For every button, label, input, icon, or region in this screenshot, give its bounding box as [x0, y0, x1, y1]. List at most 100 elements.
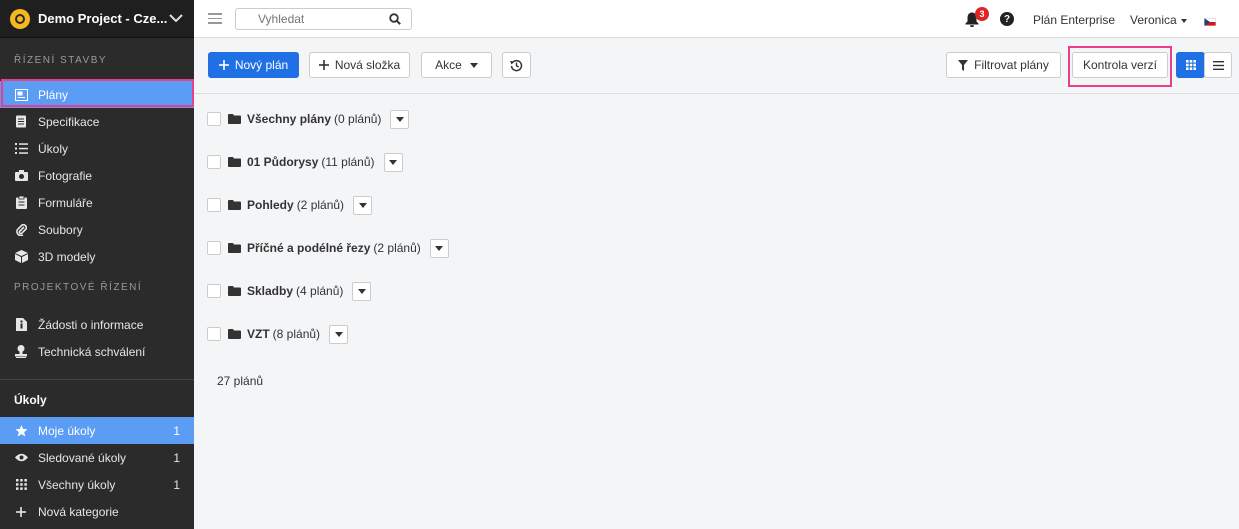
caret-down-icon	[334, 331, 343, 337]
list-view-icon	[1212, 60, 1224, 70]
folder-row[interactable]: Příčné a podélné řezy (2 plánů)	[207, 238, 449, 258]
sidebar-item-approvals[interactable]: Technická schválení	[0, 338, 194, 365]
folder-list: Všechny plány (0 plánů) 01 Půdorysy (11 …	[194, 95, 1239, 529]
folder-menu-button[interactable]	[383, 152, 403, 172]
sidebar-item-watched-tasks[interactable]: Sledované úkoly 1	[0, 444, 194, 471]
search-icon[interactable]	[389, 13, 401, 28]
row-checkbox[interactable]	[207, 327, 221, 341]
sidebar-item-tasks[interactable]: Úkoly	[0, 135, 194, 162]
new-plan-button[interactable]: Nový plán	[208, 52, 299, 78]
folder-row[interactable]: VZT (8 plánů)	[207, 324, 349, 344]
button-label: Akce	[435, 58, 462, 72]
history-button[interactable]	[502, 52, 531, 78]
grid-view-button[interactable]	[1176, 52, 1205, 78]
row-checkbox[interactable]	[207, 198, 221, 212]
star-icon	[14, 424, 28, 438]
sidebar-item-label: Formuláře	[38, 195, 93, 210]
row-checkbox[interactable]	[207, 284, 221, 298]
folder-icon	[228, 286, 241, 296]
hamburger-menu-icon[interactable]	[208, 13, 222, 24]
caret-down-icon	[1180, 18, 1187, 23]
folder-row[interactable]: Skladby (4 plánů)	[207, 281, 372, 301]
actions-dropdown[interactable]: Akce	[421, 52, 492, 78]
folder-menu-button[interactable]	[390, 109, 410, 129]
grid-view-icon	[1185, 60, 1196, 70]
czech-flag-icon[interactable]	[1204, 15, 1216, 26]
sidebar-item-forms[interactable]: Formuláře	[0, 189, 194, 216]
user-menu[interactable]: Veronica	[1130, 13, 1187, 27]
section-title-project: PROJEKTOVÉ ŘÍZENÍ	[14, 281, 143, 293]
folder-name[interactable]: Všechny plány	[247, 112, 331, 126]
search-box[interactable]	[235, 8, 412, 30]
history-icon	[510, 59, 523, 72]
project-logo-icon	[10, 8, 30, 29]
folder-row[interactable]: Pohledy (2 plánů)	[207, 195, 373, 215]
folder-name[interactable]: VZT	[247, 327, 270, 341]
project-switcher[interactable]: Demo Project - Cze...	[0, 0, 194, 38]
row-checkbox[interactable]	[207, 112, 221, 126]
sidebar-item-label: Specifikace	[38, 114, 100, 129]
folder-name[interactable]: Pohledy	[247, 198, 294, 212]
plans-toolbar: Nový plán Nová složka Akce Filtrovat plá…	[194, 38, 1239, 94]
button-label: Nová složka	[334, 58, 401, 72]
sidebar-item-all-tasks[interactable]: Všechny úkoly 1	[0, 471, 194, 498]
clipboard-icon	[14, 196, 28, 210]
sidebar-item-label: 3D modely	[38, 249, 96, 264]
sidebar-item-label: Žádosti o informace	[38, 317, 144, 332]
folder-icon	[228, 157, 241, 167]
folder-name[interactable]: Příčné a podélné řezy	[247, 241, 370, 255]
sidebar-item-rfi[interactable]: Žádosti o informace	[0, 311, 194, 338]
top-bar: 3 ? Plán Enterprise Veronica	[194, 0, 1239, 38]
sidebar-item-label: Technická schválení	[38, 344, 146, 359]
help-icon[interactable]: ?	[1000, 12, 1014, 26]
list-view-button[interactable]	[1204, 52, 1232, 78]
folder-icon	[228, 329, 241, 339]
folder-icon	[228, 200, 241, 210]
notification-badge[interactable]: 3	[975, 7, 989, 21]
camera-icon	[14, 169, 28, 183]
sidebar-item-label: Všechny úkoly	[38, 477, 116, 492]
list-icon	[14, 142, 28, 156]
folder-menu-button[interactable]	[352, 281, 372, 301]
folder-row[interactable]: Všechny plány (0 plánů)	[207, 109, 410, 129]
task-count: 1	[173, 477, 180, 492]
row-checkbox[interactable]	[207, 241, 221, 255]
row-checkbox[interactable]	[207, 155, 221, 169]
sidebar-item-3d-models[interactable]: 3D modely	[0, 243, 194, 270]
caret-down-icon	[435, 245, 444, 251]
eye-icon	[14, 451, 28, 465]
folder-count: (2 plánů)	[373, 241, 421, 255]
plus-icon	[318, 60, 329, 70]
sidebar-item-my-tasks[interactable]: Moje úkoly 1	[0, 417, 194, 444]
new-folder-button[interactable]: Nová složka	[309, 52, 410, 78]
folder-menu-button[interactable]	[329, 324, 349, 344]
folder-name[interactable]: 01 Půdorysy	[247, 155, 318, 169]
folder-icon	[228, 114, 241, 124]
plan-tier-label[interactable]: Plán Enterprise	[1033, 13, 1115, 27]
sidebar-item-label: Moje úkoly	[38, 423, 96, 438]
plus-icon	[14, 505, 28, 519]
sidebar-item-label: Fotografie	[38, 168, 93, 183]
folder-name[interactable]: Skladby	[247, 284, 293, 298]
sidebar-item-specs[interactable]: Specifikace	[0, 108, 194, 135]
sidebar-item-files[interactable]: Soubory	[0, 216, 194, 243]
task-count: 1	[173, 423, 180, 438]
tasks-section-title: Úkoly	[14, 393, 47, 407]
cube-icon	[14, 250, 28, 264]
stamp-icon	[14, 345, 28, 359]
folder-menu-button[interactable]	[353, 195, 373, 215]
filter-plans-button[interactable]: Filtrovat plány	[946, 52, 1061, 78]
plans-total-count: 27 plánů	[217, 374, 264, 388]
folder-row[interactable]: 01 Půdorysy (11 plánů)	[207, 152, 403, 172]
caret-down-icon	[358, 202, 367, 208]
caret-down-icon	[469, 62, 478, 68]
sidebar-item-new-category[interactable]: Nová kategorie	[0, 498, 194, 525]
chevron-down-icon[interactable]	[168, 11, 184, 27]
sidebar-item-label: Soubory	[38, 222, 83, 237]
info-doc-icon	[14, 318, 28, 332]
search-input[interactable]	[236, 9, 376, 29]
sidebar-item-photos[interactable]: Fotografie	[0, 162, 194, 189]
sidebar: Demo Project - Cze... ŘÍZENÍ STAVBY Plán…	[0, 0, 194, 529]
sidebar-item-label: Úkoly	[38, 141, 69, 156]
folder-menu-button[interactable]	[429, 238, 449, 258]
